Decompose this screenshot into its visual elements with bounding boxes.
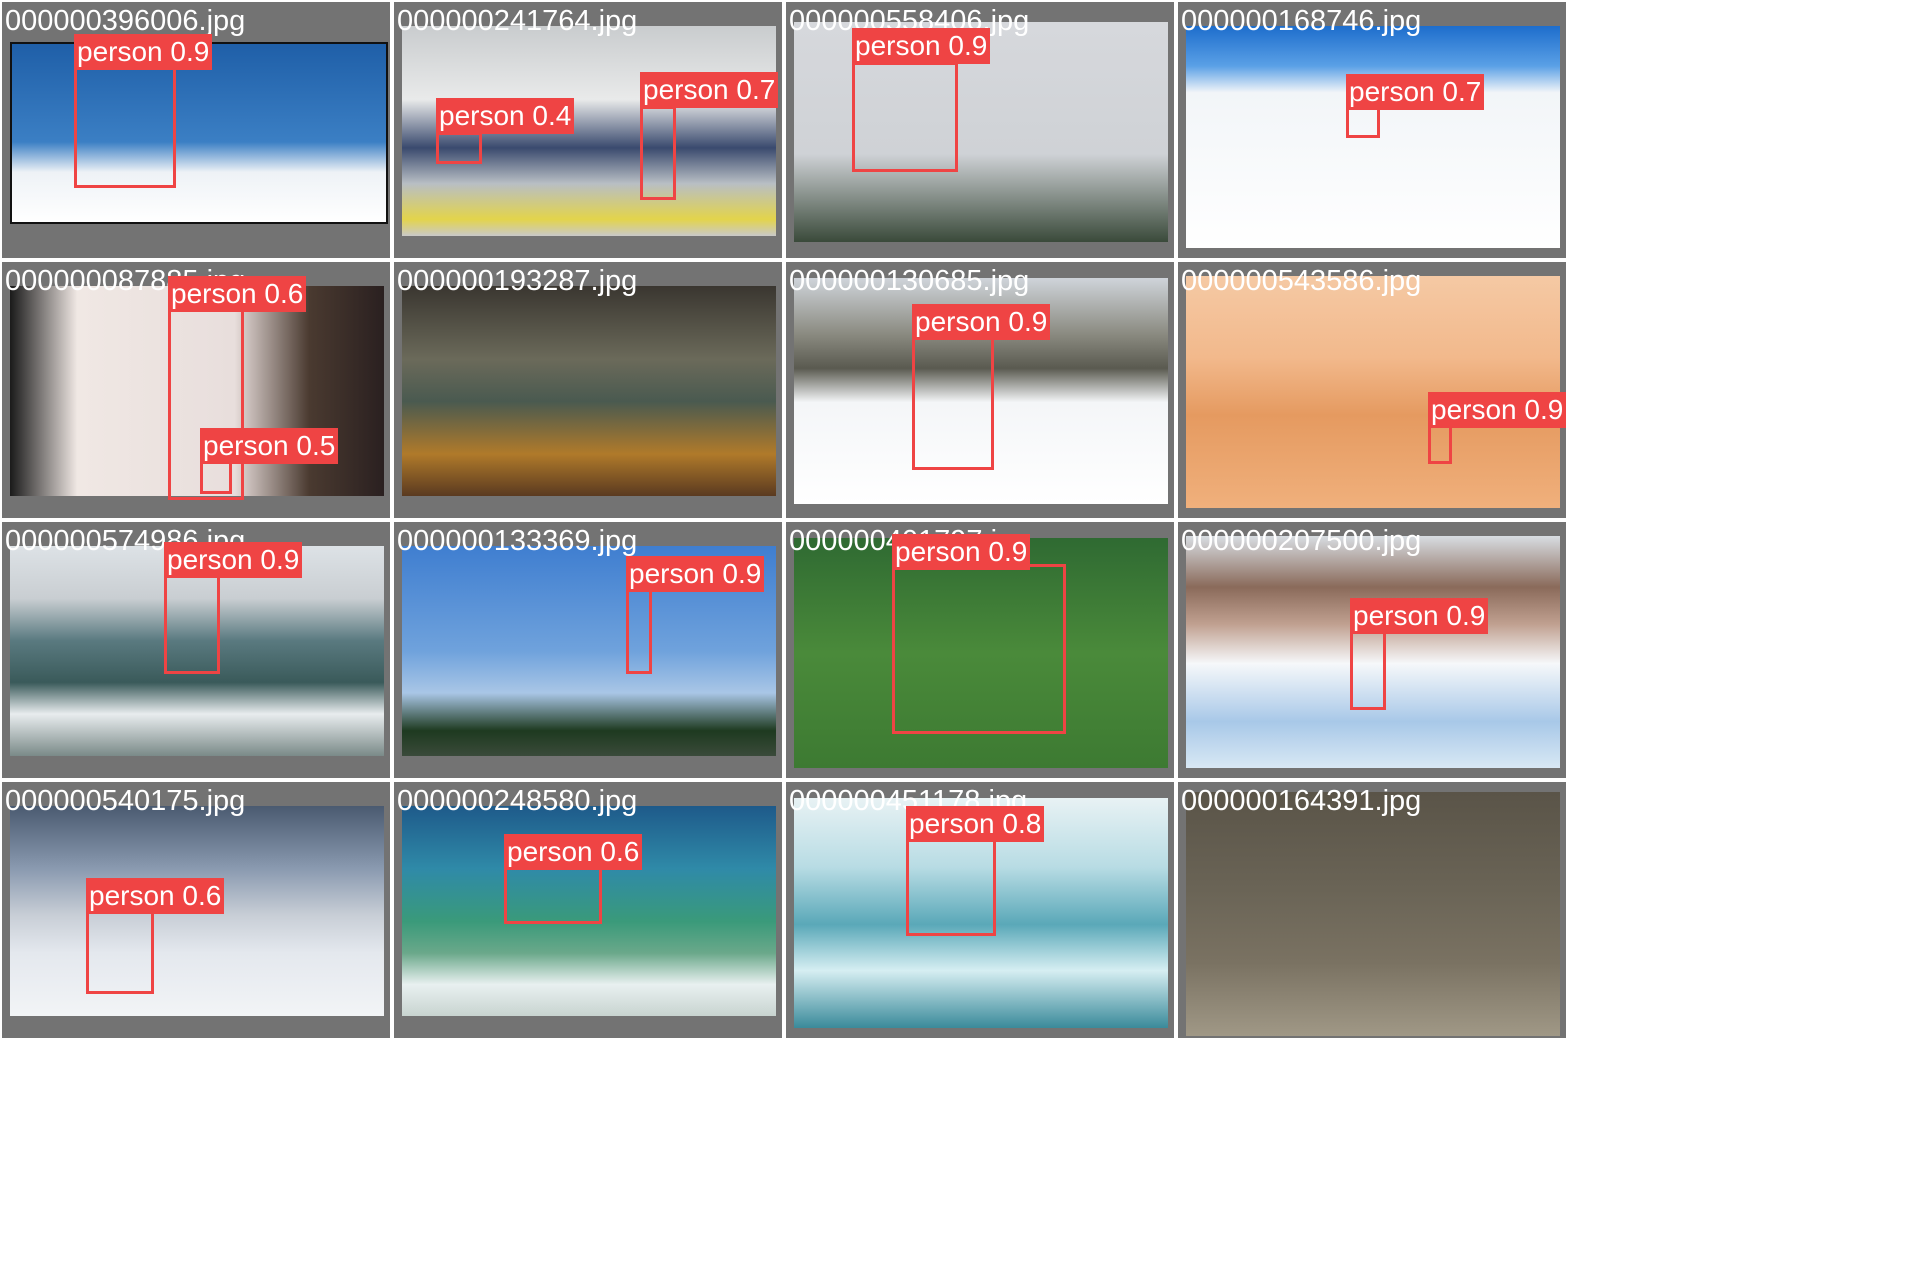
file-name: 000000133369.jpg [397, 525, 638, 557]
file-name: 000000248580.jpg [397, 785, 638, 817]
tile-4: 000000168746.jpg person 0.7 [1178, 2, 1566, 258]
tile-8: 000000543586.jpg person 0.9 [1178, 262, 1566, 518]
file-name: 000000207500.jpg [1181, 525, 1422, 557]
bbox-label: person 0.9 [852, 28, 991, 64]
photo [402, 286, 776, 496]
bbox-label: person 0.9 [912, 304, 1051, 340]
tile-13: 000000540175.jpg person 0.6 [2, 782, 390, 1038]
tile-5: 000000087885.jpg person 0.6 person 0.5 [2, 262, 390, 518]
bbox-label: person 0.6 [504, 834, 643, 870]
bbox-label: person 0.7 [1346, 74, 1485, 110]
bbox-label: person 0.9 [892, 534, 1031, 570]
bbox-label: person 0.5 [200, 428, 339, 464]
file-name: 000000168746.jpg [1181, 5, 1422, 37]
tile-3: 000000558406.jpg person 0.9 [786, 2, 1174, 258]
bbox-label: person 0.8 [906, 806, 1045, 842]
person-bbox [852, 62, 958, 172]
tile-15: 000000451178.jpg person 0.8 [786, 782, 1174, 1038]
bbox-label: person 0.6 [86, 878, 225, 914]
tile-10: 000000133369.jpg person 0.9 [394, 522, 782, 778]
bbox-label: person 0.7 [640, 72, 779, 108]
file-name: 000000241764.jpg [397, 5, 638, 37]
bbox-label: person 0.9 [74, 34, 213, 70]
tile-2: 000000241764.jpg person 0.4 person 0.7 [394, 2, 782, 258]
person-bbox [892, 564, 1066, 734]
tile-11: 000000401797.jpg person 0.9 [786, 522, 1174, 778]
person-bbox [626, 588, 652, 674]
person-bbox [640, 106, 676, 200]
file-name: 000000193287.jpg [397, 265, 638, 297]
bbox-label: person 0.4 [436, 98, 575, 134]
tile-12: 000000207500.jpg person 0.9 [1178, 522, 1566, 778]
bbox-label: person 0.9 [1350, 598, 1489, 634]
file-name: 000000543586.jpg [1181, 265, 1422, 297]
person-bbox [912, 336, 994, 470]
tile-6: 000000193287.jpg [394, 262, 782, 518]
file-name: 000000540175.jpg [5, 785, 246, 817]
bbox-label: person 0.9 [1428, 392, 1566, 428]
bbox-label: person 0.6 [168, 276, 307, 312]
tile-1: 000000396006.jpg person 0.9 [2, 2, 390, 258]
file-name: 000000130685.jpg [789, 265, 1030, 297]
bbox-label: person 0.9 [626, 556, 765, 592]
photo [1186, 792, 1560, 1036]
tile-14: 000000248580.jpg person 0.6 [394, 782, 782, 1038]
person-bbox [86, 908, 154, 994]
file-name: 000000164391.jpg [1181, 785, 1422, 817]
tile-7: 000000130685.jpg person 0.9 [786, 262, 1174, 518]
detection-results-grid: 000000396006.jpg person 0.9 000000241764… [0, 0, 1920, 1280]
file-name: 000000396006.jpg [5, 5, 246, 37]
tile-16: 000000164391.jpg [1178, 782, 1566, 1038]
tile-9: 000000574986.jpg person 0.9 [2, 522, 390, 778]
person-bbox [436, 132, 482, 164]
person-bbox [164, 570, 220, 674]
bbox-label: person 0.9 [164, 542, 303, 578]
person-bbox [1346, 106, 1380, 138]
person-bbox [1350, 630, 1386, 710]
person-bbox [906, 838, 996, 936]
person-bbox [504, 864, 602, 924]
